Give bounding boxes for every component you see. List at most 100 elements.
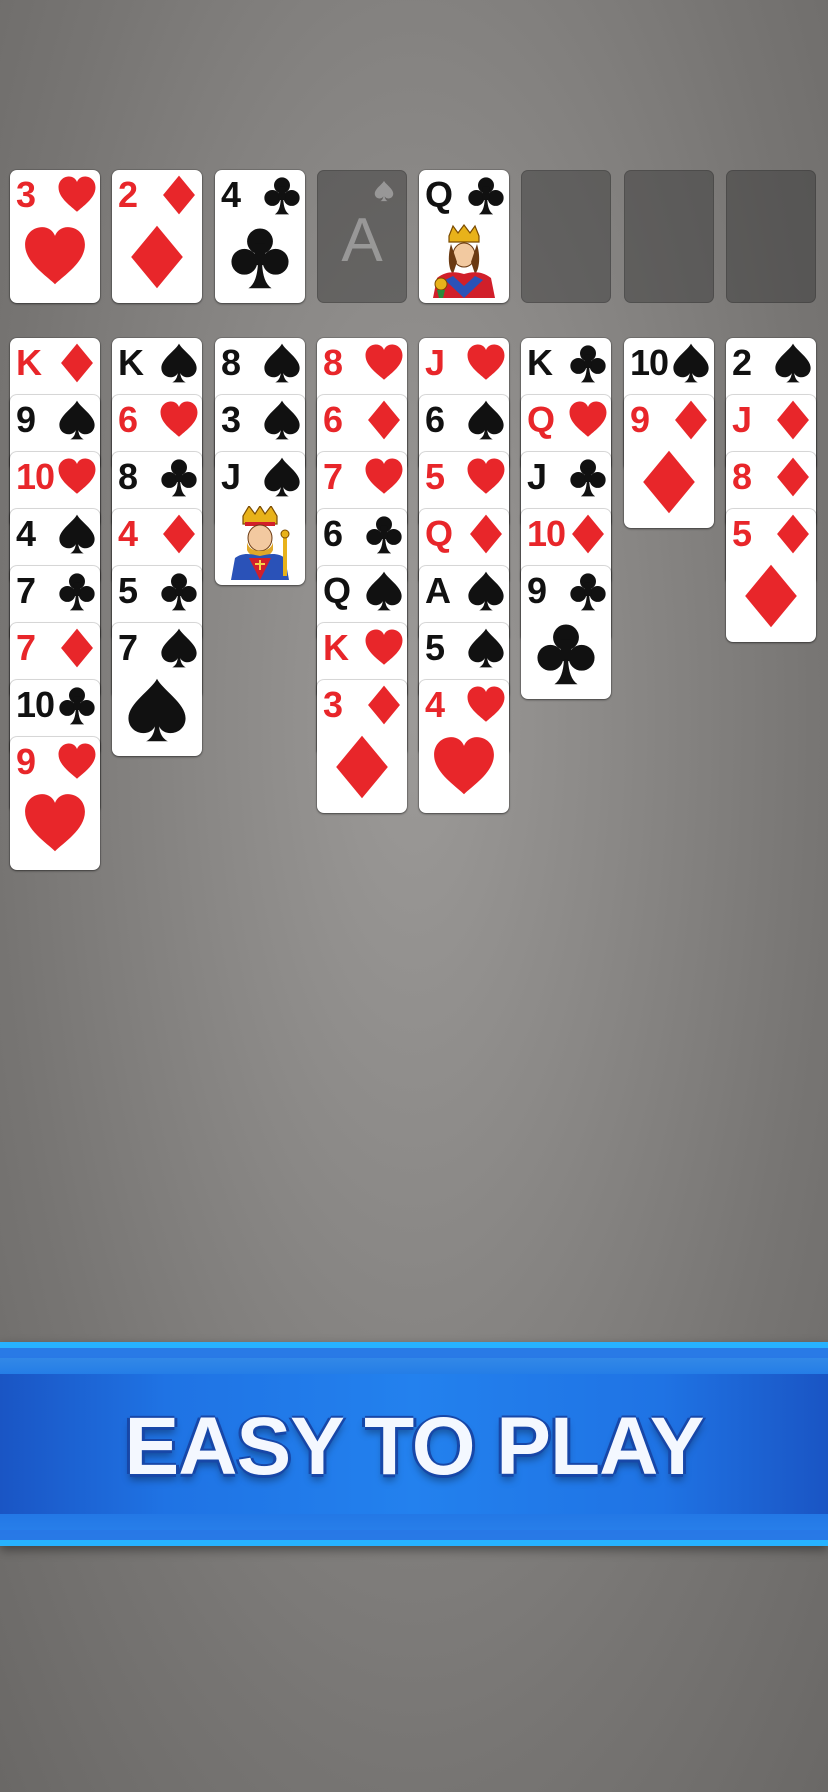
spade-icon: [158, 342, 200, 384]
card-rank: 3: [221, 399, 241, 440]
card-queen-of-clubs[interactable]: Q: [419, 170, 509, 303]
card-rank: 5: [425, 456, 445, 497]
card-4-of-clubs[interactable]: 4: [215, 170, 305, 303]
card-4-of-hearts[interactable]: 4: [419, 680, 509, 813]
foundation-empty[interactable]: [521, 170, 611, 303]
heart-icon: [56, 741, 98, 783]
diamond-icon: [567, 513, 609, 555]
card-rank: 10: [527, 513, 566, 554]
club-icon: [363, 513, 405, 555]
foundation-empty[interactable]: [726, 170, 816, 303]
card-rank: A: [425, 570, 451, 611]
club-icon: [56, 570, 98, 612]
spade-icon: [772, 342, 814, 384]
foundation-empty[interactable]: [624, 170, 714, 303]
heart-icon: [363, 456, 405, 498]
card-rank: J: [527, 456, 547, 497]
card-rank: K: [323, 627, 349, 668]
diamond-icon: [772, 399, 814, 441]
card-rank: 7: [118, 627, 138, 668]
heart-icon: [465, 456, 507, 498]
card-rank: 6: [323, 513, 343, 554]
card-rank: J: [425, 342, 445, 383]
card-rank: 9: [527, 570, 547, 611]
card-rank: 10: [16, 684, 55, 725]
card-rank: Q: [425, 513, 453, 554]
card-2-of-diamonds[interactable]: 2: [112, 170, 202, 303]
card-3-of-diamonds[interactable]: 3: [317, 680, 407, 813]
spade-icon: [261, 399, 303, 441]
card-rank: 4: [16, 513, 36, 554]
card-rank: 7: [323, 456, 343, 497]
card-rank: J: [732, 399, 752, 440]
heart-icon: [567, 399, 609, 441]
card-rank: 8: [732, 456, 752, 497]
card-jack-of-spades[interactable]: J: [215, 452, 305, 585]
spade-icon: [158, 627, 200, 669]
diamond-icon: [158, 513, 200, 555]
card-rank: Q: [323, 570, 351, 611]
card-9-of-hearts[interactable]: 9: [10, 737, 100, 870]
card-rank: K: [527, 342, 553, 383]
card-rank: 2: [118, 174, 138, 215]
card-rank: 8: [323, 342, 343, 383]
heart-icon: [21, 790, 89, 858]
card-rank: 8: [118, 456, 138, 497]
banner-title: EASY TO PLAY: [124, 1401, 705, 1492]
club-icon: [567, 570, 609, 612]
card-rank: 4: [118, 513, 138, 554]
card-7-of-spades[interactable]: 7: [112, 623, 202, 756]
card-rank: 5: [732, 513, 752, 554]
card-rank: 2: [732, 342, 752, 383]
promo-banner: EASY TO PLAY: [0, 1342, 828, 1546]
heart-icon: [56, 174, 98, 216]
diamond-icon: [772, 513, 814, 555]
spade-icon: [465, 570, 507, 612]
club-icon: [226, 223, 294, 291]
heart-icon: [158, 399, 200, 441]
diamond-icon: [328, 733, 396, 801]
club-icon: [158, 456, 200, 498]
card-rank: 8: [221, 342, 241, 383]
diamond-icon: [635, 448, 703, 516]
card-rank: K: [118, 342, 144, 383]
card-5-of-diamonds[interactable]: 5: [726, 509, 816, 642]
card-rank: J: [221, 456, 241, 497]
card-rank: 9: [16, 741, 36, 782]
card-rank: 10: [16, 456, 55, 497]
card-rank: 5: [425, 627, 445, 668]
face-card-portrait: [423, 224, 505, 298]
spade-icon: [56, 513, 98, 555]
heart-icon: [430, 733, 498, 801]
club-icon: [567, 456, 609, 498]
card-rank: 5: [118, 570, 138, 611]
free-cell-empty[interactable]: A: [317, 170, 407, 303]
spade-icon: [373, 180, 395, 202]
diamond-icon: [56, 342, 98, 384]
card-9-of-diamonds[interactable]: 9: [624, 395, 714, 528]
club-icon: [56, 684, 98, 726]
card-rank: 3: [16, 174, 36, 215]
card-rank: K: [16, 342, 42, 383]
spade-icon: [465, 399, 507, 441]
diamond-icon: [363, 684, 405, 726]
diamond-icon: [158, 174, 200, 216]
spade-icon: [670, 342, 712, 384]
diamond-icon: [363, 399, 405, 441]
diamond-icon: [772, 456, 814, 498]
club-icon: [567, 342, 609, 384]
diamond-icon: [670, 399, 712, 441]
spade-icon: [465, 627, 507, 669]
spade-icon: [261, 456, 303, 498]
card-rank: 4: [221, 174, 241, 215]
diamond-icon: [123, 223, 191, 291]
card-9-of-clubs[interactable]: 9: [521, 566, 611, 699]
card-3-of-hearts[interactable]: 3: [10, 170, 100, 303]
heart-icon: [363, 342, 405, 384]
heart-icon: [56, 456, 98, 498]
card-rank: Q: [425, 174, 453, 215]
card-rank: 9: [16, 399, 36, 440]
diamond-icon: [56, 627, 98, 669]
heart-icon: [465, 684, 507, 726]
card-rank: Q: [527, 399, 555, 440]
